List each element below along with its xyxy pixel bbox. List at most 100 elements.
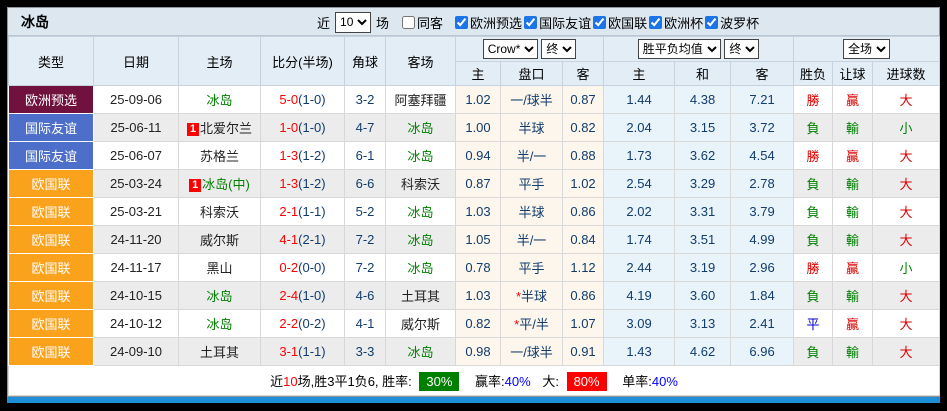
summary-count: 10 [283,374,297,389]
header-group-row: 类型 日期 主场 比分(半场) 角球 客场 Crow* 终 胜平负均值 终 [9,37,940,62]
away-team-cell: 土耳其 [386,282,456,310]
ah-home-odds-cell: 1.03 [456,282,501,310]
away-team-cell: 冰岛 [386,198,456,226]
league-checkbox-input[interactable] [593,16,606,29]
result-wdl-cell: 勝 [794,254,833,282]
league-checkbox-input[interactable] [524,16,537,29]
league-checkbox-baltic-cup[interactable]: 波罗杯 [705,13,759,32]
spread-rate-label: 赢率: [475,374,505,389]
result-handicap-cell: 輸 [833,226,873,254]
league-checkbox-input[interactable] [649,16,662,29]
league-label: 欧洲预选 [470,13,522,32]
result-goals-cell: 大 [873,282,940,310]
date-cell: 25-09-06 [94,86,179,114]
result-handicap-cell: 輸 [833,198,873,226]
ah-home-odds-cell: 0.82 [456,310,501,338]
odds-time-select[interactable]: 终 [724,39,759,59]
table-row: 欧国联24-11-17黑山0-2(0-0)7-2冰岛0.78平手1.122.44… [9,254,940,282]
league-checkbox-euro-qualifiers[interactable]: 欧洲预选 [455,13,522,32]
spread-rate-value: 40% [505,374,531,389]
league-checkbox-input[interactable] [455,16,468,29]
date-cell: 25-06-07 [94,142,179,170]
wdl-home-odds-cell: 1.43 [604,338,675,366]
big-rate-label: 大: [542,374,559,389]
ah-away-odds-cell: 0.82 [563,114,604,142]
type-cell: 欧国联 [9,198,94,226]
type-cell: 欧洲预选 [9,86,94,114]
summary-mid: 场,胜3平1负6, 胜率: [298,374,412,389]
team-title: 冰岛 [8,12,49,32]
same-away-label: 同客 [417,13,443,32]
wdl-home-odds-cell: 3.09 [604,310,675,338]
league-label: 欧国联 [608,13,647,32]
ah-line-cell: 半/一 [501,142,563,170]
result-handicap-cell: 輸 [833,170,873,198]
wdl-draw-odds-cell: 3.15 [675,114,731,142]
result-goals-cell: 大 [873,142,940,170]
result-wdl-cell: 負 [794,338,833,366]
league-filter-group: 欧洲预选 国际友谊 欧国联 欧洲杯 [453,13,759,32]
away-team-cell: 威尔斯 [386,310,456,338]
table-row: 国际友谊25-06-111北爱尔兰1-0(1-0)4-7冰岛1.00半球0.82… [9,114,940,142]
col-header-result-wdl: 胜负 [794,62,833,86]
wdl-home-odds-cell: 2.04 [604,114,675,142]
result-handicap-cell: 輸 [833,114,873,142]
ah-line-cell: 半球 [501,198,563,226]
same-away-checkbox-input[interactable] [402,16,415,29]
wdl-away-odds-cell: 4.99 [731,226,794,254]
league-checkbox-friendly[interactable]: 国际友谊 [524,13,591,32]
score-cell: 2-4(1-0) [261,282,345,310]
away-team-cell: 科索沃 [386,170,456,198]
odds-type-select[interactable]: 胜平负均值 [638,39,721,59]
ah-line-cell: 平手 [501,170,563,198]
date-cell: 25-03-21 [94,198,179,226]
wdl-draw-odds-cell: 4.38 [675,86,731,114]
wdl-away-odds-cell: 2.41 [731,310,794,338]
score-cell: 1-3(1-2) [261,170,345,198]
score-cell: 1-3(1-2) [261,142,345,170]
wdl-draw-odds-cell: 3.13 [675,310,731,338]
ah-away-odds-cell: 1.02 [563,170,604,198]
ah-line-cell: *平/半 [501,310,563,338]
filter-bar: 近 10 场 同客 欧洲预选 国际友谊 [314,8,759,36]
ah-away-odds-cell: 0.84 [563,226,604,254]
wdl-home-odds-cell: 1.44 [604,86,675,114]
date-cell: 24-11-17 [94,254,179,282]
league-checkbox-input[interactable] [705,16,718,29]
type-cell: 欧国联 [9,338,94,366]
home-team-cell: 1北爱尔兰 [179,114,261,142]
handicap-time-select[interactable]: 终 [541,39,576,59]
result-wdl-cell: 負 [794,282,833,310]
ah-line-cell: 一/球半 [501,86,563,114]
wdl-away-odds-cell: 6.96 [731,338,794,366]
result-wdl-cell: 負 [794,198,833,226]
result-wdl-cell: 負 [794,114,833,142]
away-team-cell: 冰岛 [386,142,456,170]
date-cell: 25-06-11 [94,114,179,142]
ah-home-odds-cell: 1.02 [456,86,501,114]
win-rate-badge: 30% [419,372,459,391]
ah-line-cell: 半球 [501,114,563,142]
home-team-cell: 威尔斯 [179,226,261,254]
wdl-draw-odds-cell: 3.51 [675,226,731,254]
wdl-draw-odds-cell: 4.62 [675,338,731,366]
score-cell: 1-0(1-0) [261,114,345,142]
table-row: 欧国联25-03-21科索沃2-1(1-1)5-2冰岛1.03半球0.862.0… [9,198,940,226]
col-header-wdl-home: 主 [604,62,675,86]
league-checkbox-nations-league[interactable]: 欧国联 [593,13,647,32]
result-group-header: 全场 [794,37,940,62]
bookmaker-select[interactable]: Crow* [483,39,538,59]
result-scope-select[interactable]: 全场 [843,39,890,59]
wdl-away-odds-cell: 3.79 [731,198,794,226]
col-header-away: 客场 [386,37,456,86]
corner-cell: 7-2 [345,226,386,254]
recent-count-select[interactable]: 10 [335,12,371,33]
league-checkbox-euro-cup[interactable]: 欧洲杯 [649,13,703,32]
same-away-checkbox[interactable]: 同客 [402,13,443,32]
titlebar: 冰岛 近 10 场 同客 欧洲预选 [8,8,939,36]
ah-line-cell: 平手 [501,254,563,282]
wdl-away-odds-cell: 2.96 [731,254,794,282]
score-cell: 0-2(0-0) [261,254,345,282]
match-table-body: 欧洲预选25-09-06冰岛5-0(1-0)3-2阿塞拜疆1.02一/球半0.8… [9,86,940,366]
home-team-cell: 黑山 [179,254,261,282]
